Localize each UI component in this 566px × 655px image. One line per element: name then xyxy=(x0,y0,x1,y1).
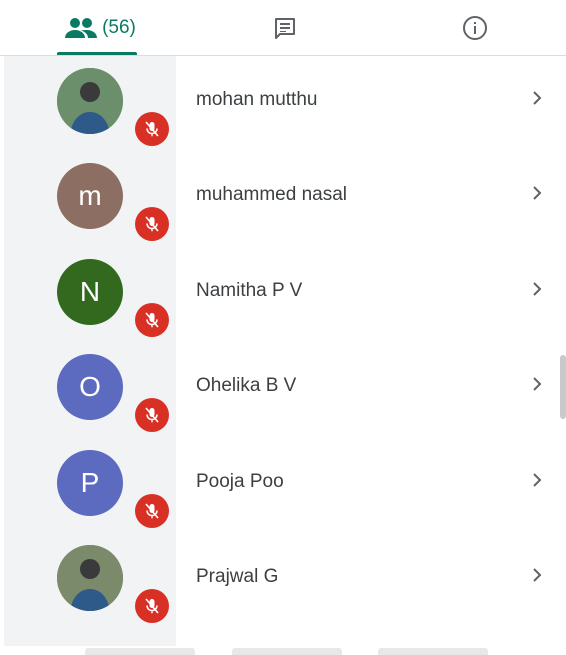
avatar-initial: O xyxy=(79,371,101,402)
avatar: O xyxy=(57,354,123,420)
bottom-button-1[interactable] xyxy=(85,648,195,655)
chevron-right-icon[interactable] xyxy=(530,184,544,207)
participant-row[interactable]: P Pooja Poo xyxy=(0,438,566,534)
participant-row[interactable]: N Namitha P V xyxy=(0,247,566,343)
participant-row[interactable]: m muhammed nasal xyxy=(0,151,566,247)
mic-off-icon xyxy=(135,398,169,432)
avatar-initial: N xyxy=(79,276,101,307)
participant-name: Pooja Poo xyxy=(196,471,284,492)
chevron-right-icon[interactable] xyxy=(530,471,544,494)
participant-name: mohan mutthu xyxy=(196,89,318,110)
chevron-right-icon[interactable] xyxy=(530,89,544,112)
mic-off-icon xyxy=(135,494,169,528)
photo-silhouette xyxy=(57,545,123,611)
avatar xyxy=(57,68,123,134)
tab-people[interactable]: (56) xyxy=(40,0,160,55)
people-count: (56) xyxy=(102,16,136,38)
bottom-button-2[interactable] xyxy=(232,648,342,655)
participant-name: Ohelika B V xyxy=(196,375,297,396)
chevron-right-icon[interactable] xyxy=(530,566,544,589)
photo-silhouette xyxy=(57,68,123,134)
mic-off-icon xyxy=(135,303,169,337)
participant-name: muhammed nasal xyxy=(196,184,348,205)
participant-name: Namitha P V xyxy=(196,280,303,301)
mic-off-icon xyxy=(135,112,169,146)
participant-row[interactable]: Prajwal G xyxy=(0,533,566,629)
avatar-initial: P xyxy=(80,467,100,498)
mic-off-icon xyxy=(135,207,169,241)
participant-row[interactable]: mohan mutthu xyxy=(0,56,566,152)
scrollbar[interactable] xyxy=(560,355,566,419)
avatar xyxy=(57,545,123,611)
avatar: m xyxy=(57,163,123,229)
avatar: P xyxy=(57,450,123,516)
avatar: N xyxy=(57,259,123,325)
info-icon xyxy=(463,15,487,40)
people-icon xyxy=(65,17,98,38)
chevron-right-icon[interactable] xyxy=(530,280,544,303)
participant-name: Prajwal G xyxy=(196,566,279,587)
bottom-button-3[interactable] xyxy=(378,648,488,655)
chat-icon xyxy=(275,17,295,39)
tab-info[interactable] xyxy=(430,0,520,55)
chevron-right-icon[interactable] xyxy=(530,375,544,398)
top-tab-bar: (56) xyxy=(0,0,566,55)
tab-chat[interactable] xyxy=(240,0,330,55)
mic-off-icon xyxy=(135,589,169,623)
avatar-initial: m xyxy=(78,180,102,211)
participant-row[interactable]: O Ohelika B V xyxy=(0,342,566,438)
